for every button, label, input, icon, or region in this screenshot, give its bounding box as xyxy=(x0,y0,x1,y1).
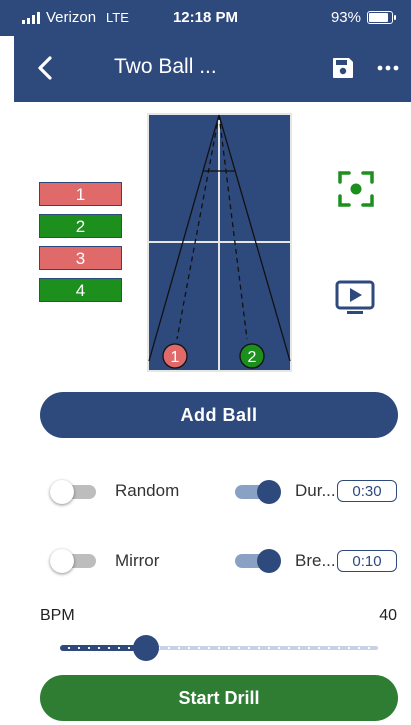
back-button[interactable] xyxy=(32,54,60,82)
court-diagram[interactable]: 1 2 xyxy=(147,113,292,372)
random-label: Random xyxy=(115,481,180,500)
nav-bar: Two Ball ... xyxy=(14,36,411,102)
bpm-slider[interactable] xyxy=(60,633,378,663)
legend-item[interactable]: 3 xyxy=(39,246,122,270)
legend-item[interactable]: 2 xyxy=(39,214,122,238)
start-drill-button[interactable]: Start Drill xyxy=(40,675,398,721)
break-label: Bre... xyxy=(295,551,336,570)
ball-legend: 1 2 3 4 xyxy=(39,182,122,310)
focus-button[interactable] xyxy=(337,170,375,208)
slider-ticks xyxy=(64,647,374,649)
legend-item[interactable]: 4 xyxy=(39,278,122,302)
add-ball-button[interactable]: Add Ball xyxy=(40,392,398,438)
court-ball-label: 2 xyxy=(248,349,257,366)
court-ball-1[interactable]: 1 xyxy=(162,343,188,369)
play-preview-button[interactable] xyxy=(335,280,375,316)
bpm-label: BPM xyxy=(40,607,75,624)
bpm-value: 40 xyxy=(379,607,397,624)
battery-percent: 93% xyxy=(330,9,361,26)
break-value[interactable]: 0:10 xyxy=(337,550,397,572)
slider-thumb[interactable] xyxy=(133,635,159,661)
save-button[interactable] xyxy=(331,56,355,80)
duration-label: Dur... xyxy=(295,481,336,500)
more-horizontal-icon xyxy=(377,65,399,71)
screen-play-icon xyxy=(335,280,375,314)
status-bar: Verizon LTE 12:18 PM 93% xyxy=(0,0,411,36)
duration-toggle[interactable] xyxy=(233,480,281,504)
focus-target-icon xyxy=(338,171,374,207)
more-button[interactable] xyxy=(375,56,401,80)
chevron-left-icon xyxy=(38,56,52,80)
page-title: Two Ball ... xyxy=(114,55,217,78)
duration-value[interactable]: 0:30 xyxy=(337,480,397,502)
legend-item[interactable]: 1 xyxy=(39,182,122,206)
save-icon xyxy=(333,58,353,78)
battery-icon xyxy=(367,11,396,24)
court-ball-label: 1 xyxy=(171,349,180,366)
court-ball-2[interactable]: 2 xyxy=(239,343,265,369)
random-toggle[interactable] xyxy=(50,480,98,504)
battery-info: 93% xyxy=(330,9,396,26)
break-toggle[interactable] xyxy=(233,549,281,573)
mirror-toggle[interactable] xyxy=(50,549,98,573)
mirror-label: Mirror xyxy=(115,551,160,570)
